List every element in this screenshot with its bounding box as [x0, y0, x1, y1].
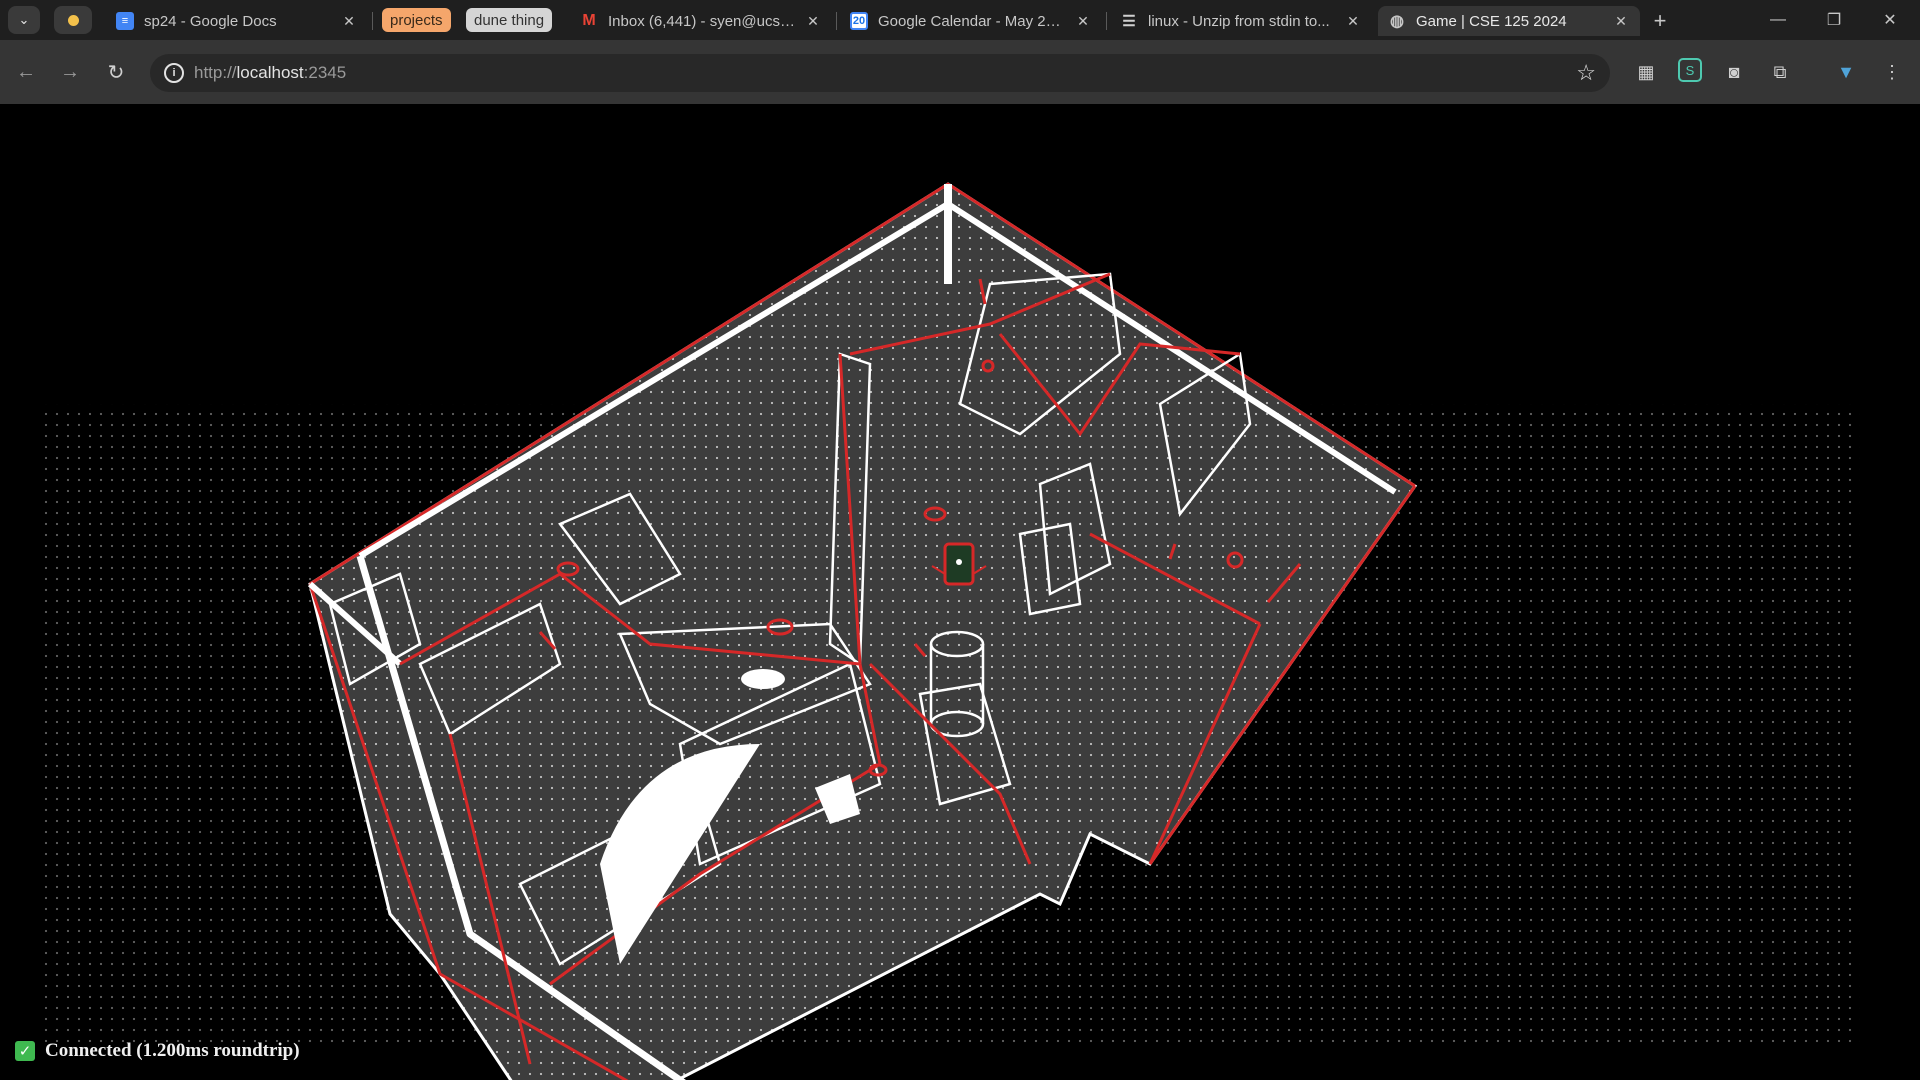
- grid-extension-icon[interactable]: ▦: [1632, 58, 1660, 86]
- screen-extension-icon[interactable]: S: [1678, 58, 1702, 82]
- close-icon[interactable]: ✕: [1612, 13, 1630, 30]
- forward-button[interactable]: →: [52, 54, 88, 90]
- tab-game-active[interactable]: ◍ Game | CSE 125 2024 ✕: [1378, 6, 1640, 36]
- tab-title: Inbox (6,441) - syen@ucsd...: [608, 12, 796, 30]
- tab-google-docs[interactable]: ≡ sp24 - Google Docs ✕: [106, 6, 368, 36]
- tab-title: sp24 - Google Docs: [144, 12, 277, 30]
- address-bar[interactable]: i http://localhost:2345 ☆: [150, 54, 1610, 92]
- url-scheme: http://: [194, 63, 237, 82]
- arrow-right-icon: →: [60, 60, 80, 83]
- tab-title: Game | CSE 125 2024: [1416, 12, 1567, 30]
- browser-toolbar: ← → ↻ i http://localhost:2345 ☆ ▦ S ◙ ⧉ …: [0, 40, 1920, 104]
- tab-separator: [836, 12, 837, 30]
- url-host: localhost: [236, 63, 304, 82]
- globe-icon: ◍: [1390, 13, 1404, 30]
- back-button[interactable]: ←: [8, 54, 44, 90]
- stack-exchange-icon: ☰: [1122, 13, 1136, 30]
- gmail-icon: M: [582, 12, 596, 29]
- menu-kebab-icon[interactable]: ⋮: [1878, 58, 1906, 86]
- white-disc: [741, 669, 785, 689]
- tab-group-dune-thing[interactable]: dune thing: [466, 8, 553, 32]
- tab-title: linux - Unzip from stdin to...: [1148, 12, 1330, 30]
- close-icon[interactable]: ✕: [1344, 13, 1362, 30]
- tab-title: Google Calendar - May 2024: [878, 12, 1066, 30]
- tab-google-calendar[interactable]: 20 Google Calendar - May 2024 ✕: [840, 6, 1102, 36]
- close-icon[interactable]: ✕: [1074, 13, 1092, 30]
- chevron-down-icon: ⌄: [18, 12, 30, 27]
- new-tab-button[interactable]: +: [1646, 8, 1674, 34]
- tab-gmail[interactable]: M Inbox (6,441) - syen@ucsd... ✕: [570, 6, 832, 36]
- site-info-icon[interactable]: i: [164, 63, 184, 83]
- reader-extension-icon[interactable]: ◙: [1720, 58, 1748, 86]
- tab-group-projects[interactable]: projects: [382, 8, 451, 32]
- tab-strip: ⌄ ≡ sp24 - Google Docs ✕ projects dune t…: [0, 0, 1920, 40]
- url-port: :2345: [303, 63, 347, 82]
- close-icon[interactable]: ✕: [804, 13, 822, 30]
- tab-stack-exchange[interactable]: ☰ linux - Unzip from stdin to... ✕: [1110, 6, 1372, 36]
- bookmark-star-icon[interactable]: ☆: [1576, 60, 1596, 86]
- connection-status: ✓ Connected (1.200ms roundtrip): [15, 1040, 300, 1062]
- extensions-puzzle-icon[interactable]: ⧉: [1766, 58, 1794, 86]
- reload-icon: ↻: [107, 61, 125, 84]
- tab-separator: [1106, 12, 1107, 30]
- group-dot-icon: [67, 14, 79, 26]
- restore-button[interactable]: ❐: [1806, 0, 1862, 40]
- close-icon[interactable]: ✕: [340, 13, 358, 30]
- profile-icon[interactable]: ▼: [1832, 58, 1860, 86]
- minimize-button[interactable]: —: [1750, 0, 1806, 40]
- tab-group-collapsed[interactable]: [54, 6, 92, 34]
- tab-separator: [372, 12, 373, 30]
- google-docs-icon: ≡: [116, 12, 134, 30]
- tab-search-button[interactable]: ⌄: [8, 6, 40, 34]
- game-viewport[interactable]: [0, 104, 1920, 1080]
- google-calendar-icon: 20: [850, 12, 868, 30]
- connection-status-text: Connected (1.200ms roundtrip): [45, 1040, 300, 1061]
- arrow-left-icon: ←: [16, 60, 36, 83]
- check-icon: ✓: [15, 1041, 35, 1061]
- reload-button[interactable]: ↻: [98, 54, 134, 90]
- close-window-button[interactable]: ✕: [1862, 0, 1918, 40]
- game-scene[interactable]: [0, 104, 1920, 1080]
